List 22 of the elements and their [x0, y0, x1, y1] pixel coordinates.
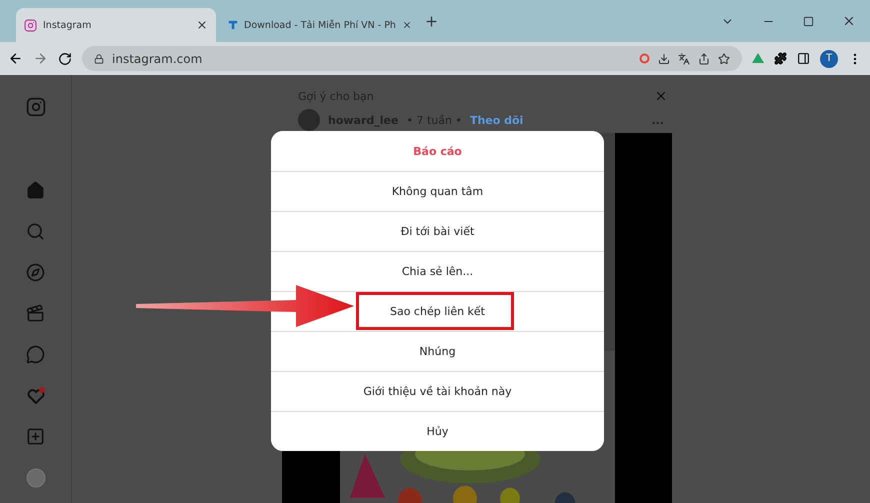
side-panel-icon[interactable] — [797, 52, 810, 65]
address-bar[interactable]: instagram.com — [82, 46, 742, 71]
star-icon[interactable] — [718, 52, 730, 64]
browser-tab[interactable]: Download - Tải Miễn Phí VN - Ph — [220, 8, 420, 42]
browser-tab[interactable]: Instagram — [16, 8, 216, 42]
menu-item[interactable]: Hủy — [271, 411, 604, 451]
maximize-icon[interactable] — [803, 16, 814, 26]
lock-icon — [94, 54, 104, 64]
profile-avatar[interactable]: T — [820, 50, 838, 68]
install-icon[interactable] — [658, 52, 670, 64]
new-tab-icon[interactable] — [424, 14, 439, 28]
forward-icon[interactable] — [33, 51, 48, 66]
reload-icon[interactable] — [58, 52, 72, 66]
close-icon[interactable] — [402, 19, 412, 31]
instagram-icon — [24, 18, 37, 32]
close-icon[interactable] — [842, 14, 856, 28]
letter-logo-icon — [228, 19, 238, 31]
back-icon[interactable] — [8, 51, 23, 66]
translate-icon[interactable] — [678, 52, 690, 64]
extensions-icon[interactable] — [774, 52, 787, 65]
share-icon[interactable] — [698, 52, 710, 64]
close-icon[interactable] — [196, 19, 208, 31]
